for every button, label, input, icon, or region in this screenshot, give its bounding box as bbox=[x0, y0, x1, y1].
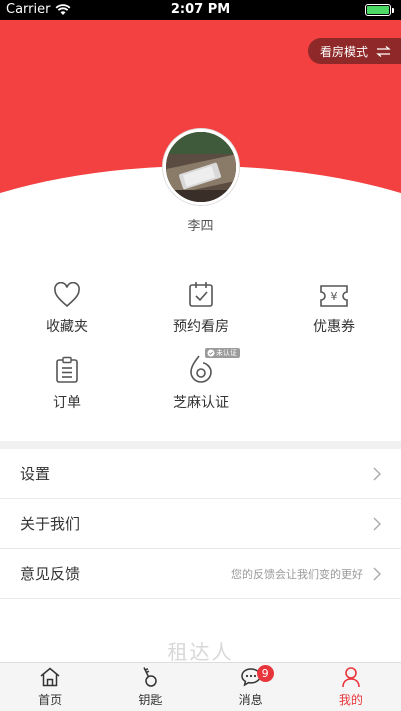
person-icon bbox=[342, 667, 360, 688]
menu-item-feedback[interactable]: 意见反馈 您的反馈会让我们变的更好 bbox=[0, 549, 401, 599]
calendar-check-icon bbox=[189, 282, 213, 307]
grid-item-label: 优惠券 bbox=[313, 319, 355, 335]
grid-item-label: 订单 bbox=[53, 395, 81, 411]
menu-item-right: 您的反馈会让我们变的更好 bbox=[231, 566, 381, 582]
grid-item-label: 收藏夹 bbox=[46, 319, 88, 335]
tab-messages[interactable]: 9 消息 bbox=[201, 663, 301, 711]
viewing-mode-button[interactable]: 看房模式 bbox=[307, 38, 401, 64]
status-time: 2:07 PM bbox=[170, 2, 231, 17]
heart-icon bbox=[54, 282, 80, 308]
chevron-right-icon bbox=[373, 567, 381, 580]
menu-item-right bbox=[363, 467, 381, 481]
tab-label: 我的 bbox=[338, 693, 363, 707]
chevron-right-icon bbox=[373, 517, 381, 530]
tab-key[interactable]: 钥匙 bbox=[100, 663, 200, 711]
unverified-badge-label: 未认证 bbox=[216, 349, 237, 357]
settings-menu: 设置 关于我们 意见反馈 您的反馈会让我们变的更好 bbox=[0, 449, 401, 599]
sesame-icon bbox=[190, 355, 212, 383]
menu-item-settings[interactable]: 设置 bbox=[0, 449, 401, 499]
section-divider bbox=[0, 441, 401, 449]
tab-bar: 首页 钥匙 9 消息 我的 bbox=[0, 662, 401, 711]
username: 李四 bbox=[187, 219, 214, 234]
home-icon bbox=[40, 667, 60, 687]
tab-label: 消息 bbox=[238, 693, 263, 707]
menu-item-about[interactable]: 关于我们 bbox=[0, 499, 401, 549]
tab-label: 首页 bbox=[38, 693, 63, 707]
menu-item-label: 意见反馈 bbox=[20, 565, 81, 583]
menu-item-hint: 您的反馈会让我们变的更好 bbox=[231, 567, 363, 581]
tab-mine[interactable]: 我的 bbox=[301, 663, 401, 711]
grid-item-label: 芝麻认证 bbox=[173, 395, 229, 411]
key-icon bbox=[143, 667, 158, 687]
status-bar: Carrier 2:07 PM bbox=[0, 0, 401, 20]
battery-icon bbox=[365, 4, 394, 16]
avatar[interactable] bbox=[163, 129, 239, 205]
unverified-badge: 未认证 bbox=[205, 348, 240, 358]
shield-check-icon bbox=[207, 349, 215, 357]
menu-item-right bbox=[363, 517, 381, 531]
swap-arrows-icon bbox=[376, 45, 391, 57]
tab-home[interactable]: 首页 bbox=[0, 663, 100, 711]
tab-label: 钥匙 bbox=[138, 693, 163, 707]
avatar-image bbox=[166, 132, 236, 202]
grid-item-sesame-auth[interactable]: 未认证 芝麻认证 bbox=[136, 348, 266, 412]
menu-item-label: 设置 bbox=[20, 465, 51, 483]
yen-ticket-icon: ¥ bbox=[320, 285, 348, 307]
grid-item-favorites[interactable]: 收藏夹 bbox=[2, 276, 132, 336]
grid-item-booking[interactable]: 预约看房 bbox=[136, 276, 266, 336]
grid-item-coupons[interactable]: ¥ 优惠券 bbox=[269, 276, 399, 336]
grid-item-orders[interactable]: 订单 bbox=[2, 352, 132, 412]
clipboard-icon bbox=[56, 356, 78, 383]
grid-item-label: 预约看房 bbox=[173, 319, 229, 335]
viewing-mode-label: 看房模式 bbox=[319, 44, 368, 59]
message-count-badge: 9 bbox=[256, 665, 274, 682]
svg-text:¥: ¥ bbox=[331, 290, 338, 303]
menu-item-label: 关于我们 bbox=[20, 515, 81, 533]
battery-fill bbox=[367, 6, 389, 14]
chevron-right-icon bbox=[373, 467, 381, 480]
brand-logo-text: 租达人 bbox=[167, 640, 234, 664]
